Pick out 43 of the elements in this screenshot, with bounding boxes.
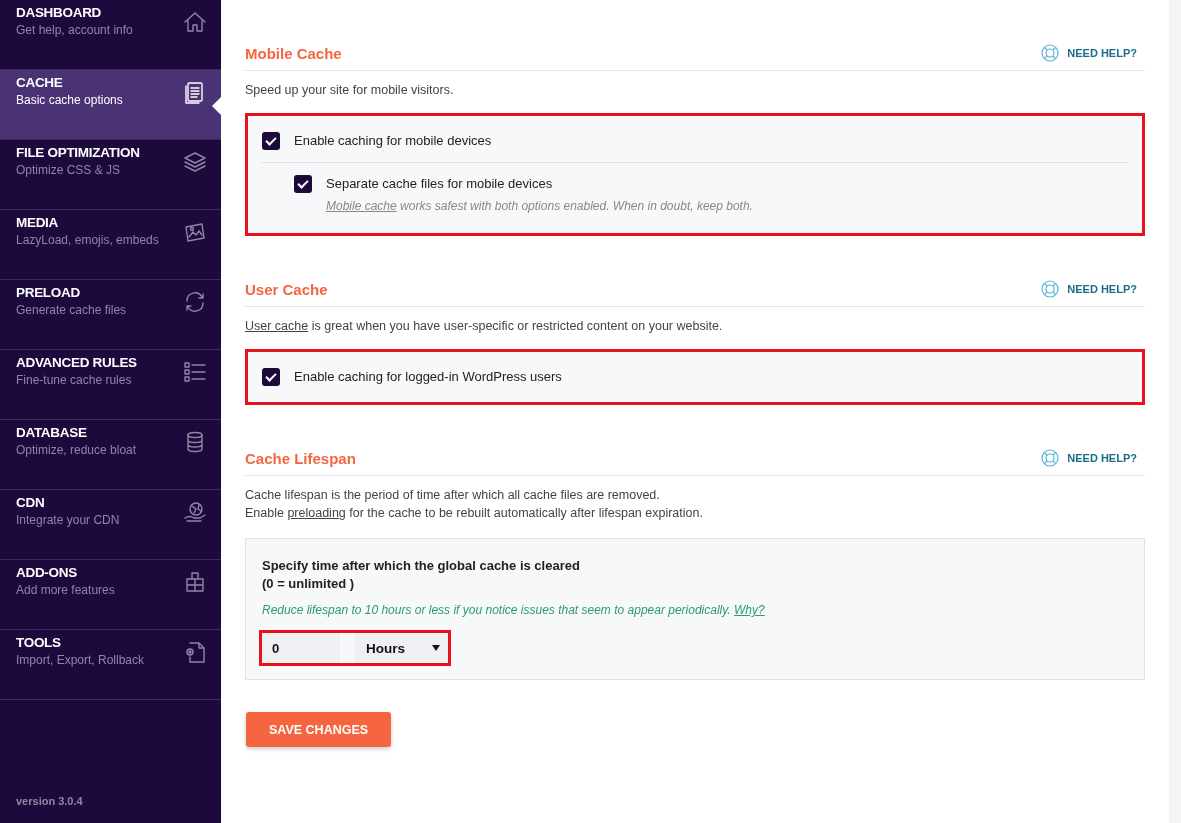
sidebar-item[interactable]: MEDIA LazyLoad, emojis, embeds [0, 210, 221, 280]
field-sublabel: (0 = unlimited ) [262, 575, 355, 593]
description-text: Speed up your site for mobile visitors. [245, 82, 455, 99]
section-title: User Cache [245, 280, 329, 298]
help-link[interactable]: NEED HELP? [1041, 44, 1137, 62]
layers-icon [182, 149, 208, 175]
sidebar-item[interactable]: ADVANCED RULES Fine-tune cache rules [0, 350, 221, 420]
lifebuoy-icon [1041, 44, 1060, 62]
sidebar-item[interactable]: CACHE Basic cache options [0, 70, 221, 140]
section-title: Mobile Cache [245, 44, 343, 62]
option-label: Separate cache files for mobile devices [326, 176, 553, 191]
version-label: version 3.0.4 [15, 795, 84, 809]
active-pointer [212, 97, 221, 115]
option-label: Enable caching for mobile devices [294, 133, 492, 148]
globe-hand-icon [182, 499, 208, 525]
option-label: Enable caching for logged-in WordPress users [294, 369, 562, 384]
description-text: User cache is great when you have user-specific or restricted content on your website. [245, 318, 724, 335]
sidebar-item[interactable]: PRELOAD Generate cache files [0, 280, 221, 350]
sidebar-item[interactable]: TOOLS Import, Export, Rollback [0, 630, 221, 700]
sidebar-item[interactable]: CDN Integrate your CDN [0, 490, 221, 560]
description-text: Cache lifespan is the period of time after which all cache files are removed. [245, 487, 661, 504]
link[interactable]: preloading [287, 506, 346, 520]
house-icon [182, 9, 208, 35]
unit-dropdown[interactable]: Hours [354, 633, 448, 663]
link[interactable]: User cache [245, 319, 309, 333]
hint-text: Reduce lifespan to 10 hours or less if you notice issues that seem to appear periodically. Why? [262, 603, 765, 617]
sidebar-item[interactable]: DATABASE Optimize, reduce bloat [0, 420, 221, 490]
checkbox[interactable] [262, 368, 280, 386]
field-label: Specify time after which the global cache is cleared [262, 557, 580, 575]
lifebuoy-icon [1041, 449, 1060, 467]
help-link[interactable]: NEED HELP? [1041, 449, 1137, 467]
lifebuoy-icon [1041, 280, 1060, 298]
checkbox[interactable] [294, 175, 312, 193]
sidebar-item[interactable]: ADD-ONS Add more features [0, 560, 221, 630]
section-title: Cache Lifespan [245, 449, 357, 467]
checklist-icon [182, 359, 208, 385]
description-text: Enable preloading for the cache to be rebuilt automatically after lifespan expiration. [245, 505, 704, 522]
caret-icon [432, 645, 440, 651]
number-field[interactable]: 0 [262, 633, 340, 663]
option-note: Mobile cache works safest with both options enabled. When in doubt, keep both. [326, 199, 753, 213]
checkbox[interactable] [262, 132, 280, 150]
sidebar-item[interactable]: FILE OPTIMIZATION Optimize CSS & JS [0, 140, 221, 210]
help-link[interactable]: NEED HELP? [1041, 280, 1137, 298]
